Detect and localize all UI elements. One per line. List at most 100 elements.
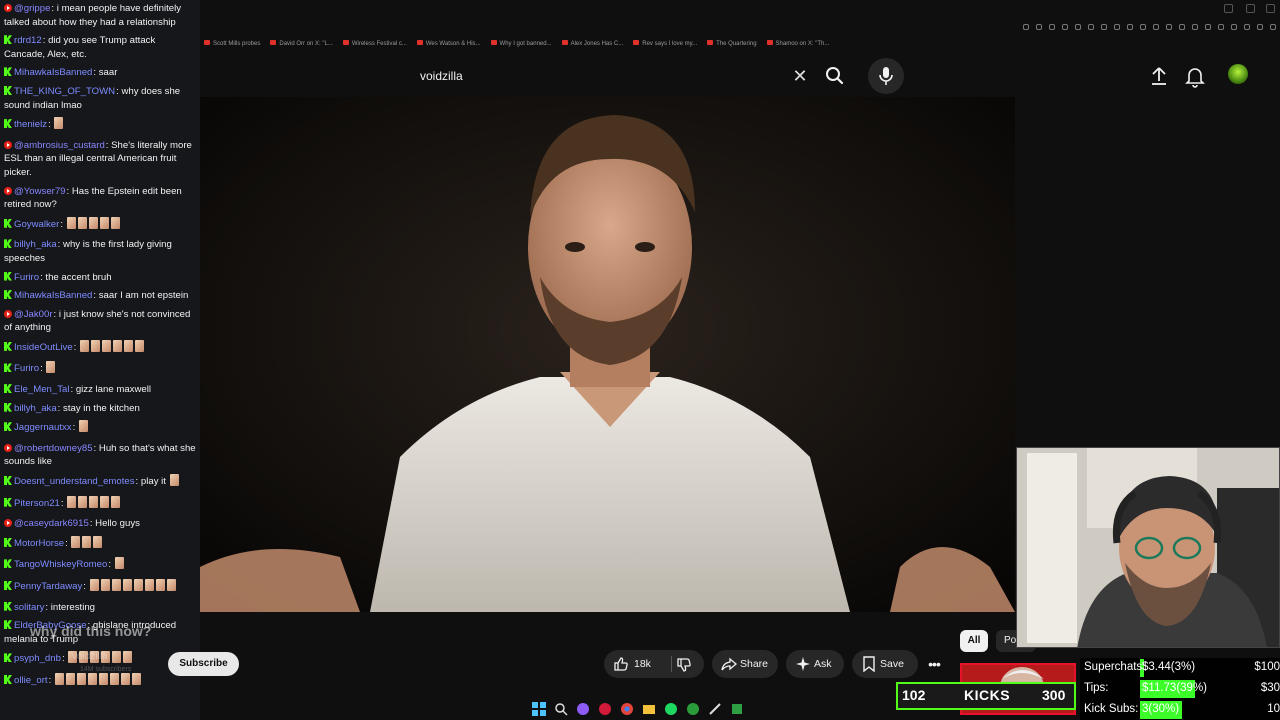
chat-username[interactable]: Goywalker — [14, 219, 59, 230]
chat-username[interactable]: InsideOutLive — [14, 342, 73, 353]
spotify-icon[interactable] — [662, 700, 680, 718]
chat-username[interactable]: Furiro — [14, 363, 39, 374]
app-icon-feather[interactable] — [706, 700, 724, 718]
chat-username[interactable]: Jaggernautxx — [14, 422, 72, 433]
extension-icon[interactable] — [1140, 24, 1146, 30]
chat-username[interactable]: Piterson21 — [14, 498, 60, 509]
emote-icon — [122, 579, 132, 591]
bookmark-item[interactable]: The Quartering — [707, 40, 756, 47]
chip-all[interactable]: All — [960, 630, 988, 652]
chat-username[interactable]: psyph_dnb — [14, 653, 61, 664]
goal-value: $11.73(39%) — [1142, 682, 1207, 694]
extension-icon[interactable] — [1049, 24, 1055, 30]
avatar[interactable] — [1228, 64, 1248, 84]
search-input[interactable]: voidzilla — [420, 69, 463, 83]
extension-icon[interactable] — [1036, 24, 1042, 30]
chat-username[interactable]: @ambrosius_custard — [14, 140, 105, 151]
extension-icon[interactable] — [1101, 24, 1107, 30]
screen: @grippe: i mean people have definitely t… — [0, 0, 1280, 720]
extension-icon[interactable] — [1205, 24, 1211, 30]
bookmark-item[interactable]: Rev says I love my... — [633, 40, 697, 47]
upload-icon[interactable] — [1148, 64, 1170, 88]
bookmark-item[interactable]: Wireless Festival c... — [343, 40, 407, 47]
chat-username[interactable]: @caseydark6915 — [14, 518, 89, 529]
chat-username[interactable]: TangoWhiskeyRomeo — [14, 559, 107, 570]
share-button[interactable]: Share — [712, 650, 778, 678]
channel-name[interactable]: voidzilla — [72, 651, 108, 662]
file-explorer-icon[interactable] — [640, 700, 658, 718]
chat-username[interactable]: ollie_ort — [14, 675, 48, 686]
extension-icon[interactable] — [1153, 24, 1159, 30]
chat-username[interactable]: PennyTardaway — [14, 581, 82, 592]
extension-icon[interactable] — [1114, 24, 1120, 30]
xbox-icon[interactable] — [684, 700, 702, 718]
search-box[interactable]: voidzilla ✕ — [408, 58, 818, 94]
extension-icon[interactable] — [1244, 24, 1250, 30]
webcam-frame — [1017, 448, 1279, 647]
emote-icon — [46, 361, 56, 374]
chat-username[interactable]: billyh_aka — [14, 403, 57, 414]
more-icon[interactable]: ••• — [920, 650, 948, 678]
emote-icon — [169, 474, 179, 487]
chat-username[interactable]: @Yowser79 — [14, 186, 66, 197]
bookmark-item[interactable]: Shamoo on X: "Th... — [767, 40, 830, 47]
goal-label: Superchats: — [1084, 661, 1146, 673]
extension-icon[interactable] — [1192, 24, 1198, 30]
chat-username[interactable]: THE_KING_OF_TOWN — [14, 86, 115, 97]
extension-icon[interactable] — [1075, 24, 1081, 30]
ask-button[interactable]: Ask — [786, 650, 844, 678]
chat-message: ollie_ort: — [0, 671, 200, 693]
close-window-button[interactable] — [1266, 4, 1275, 13]
extension-icon[interactable] — [1179, 24, 1185, 30]
extension-icon[interactable] — [1257, 24, 1263, 30]
save-button[interactable]: Save — [852, 650, 918, 678]
video-player[interactable] — [200, 97, 1015, 612]
chat-username[interactable]: Doesnt_understand_emotes — [14, 476, 135, 487]
app-icon-green[interactable] — [728, 700, 746, 718]
chat-message: solitary: interesting — [0, 599, 200, 618]
app-icon-chrome[interactable] — [618, 700, 636, 718]
subscribe-button[interactable]: Subscribe — [168, 652, 239, 676]
chat-username[interactable]: MihawkaIsBanned — [14, 67, 92, 78]
extension-icon[interactable] — [1270, 24, 1276, 30]
search-button[interactable] — [818, 60, 852, 92]
bookmark-item[interactable]: Wes Watson & His... — [417, 40, 481, 47]
windows-start-icon[interactable] — [530, 700, 548, 718]
extension-icon[interactable] — [1088, 24, 1094, 30]
maximize-window-button[interactable] — [1246, 4, 1255, 13]
chat-username[interactable]: thenielz — [14, 119, 47, 130]
like-icon[interactable] — [613, 656, 629, 672]
chat-username[interactable]: @Jak00r — [14, 309, 53, 320]
extension-icon[interactable] — [1127, 24, 1133, 30]
chat-username[interactable]: Furiro — [14, 272, 39, 283]
chat-username[interactable]: billyh_aka — [14, 239, 57, 250]
minimize-window-button[interactable] — [1224, 4, 1233, 13]
app-icon-purple[interactable] — [574, 700, 592, 718]
bookmark-item[interactable]: Alex Jones Has C... — [562, 40, 624, 47]
chat-username[interactable]: MihawkaIsBanned — [14, 290, 92, 301]
dislike-icon[interactable] — [676, 657, 692, 673]
voice-search-button[interactable] — [868, 58, 904, 94]
chat-username[interactable]: solitary — [14, 602, 44, 613]
extension-icon[interactable] — [1062, 24, 1068, 30]
kick-badge-icon — [4, 402, 12, 412]
extension-icon[interactable] — [1218, 24, 1224, 30]
chat-username[interactable]: @robertdowney85 — [14, 443, 93, 454]
bell-icon[interactable] — [1184, 64, 1206, 88]
clear-icon[interactable]: ✕ — [790, 66, 810, 86]
chat-text: play it — [140, 476, 166, 488]
bookmark-item[interactable]: David Orr on X: "L... — [270, 40, 332, 47]
search-taskbar-icon[interactable] — [552, 700, 570, 718]
bookmark-item[interactable]: Why I got banned... — [491, 40, 552, 47]
chat-username[interactable]: MotorHorse — [14, 538, 64, 549]
extension-icon[interactable] — [1231, 24, 1237, 30]
app-icon-obs[interactable] — [596, 700, 614, 718]
chat-username[interactable]: rdrd12 — [14, 35, 42, 46]
chat-username[interactable]: Ele_Men_Tal — [14, 384, 69, 395]
kick-badge-icon — [4, 620, 12, 630]
extension-icon[interactable] — [1166, 24, 1172, 30]
bookmark-item[interactable]: Scott Mills probes — [204, 40, 260, 47]
chat-username[interactable]: @grippe — [14, 3, 50, 14]
extension-icon[interactable] — [1023, 24, 1029, 30]
like-count[interactable]: 18k — [634, 650, 651, 678]
